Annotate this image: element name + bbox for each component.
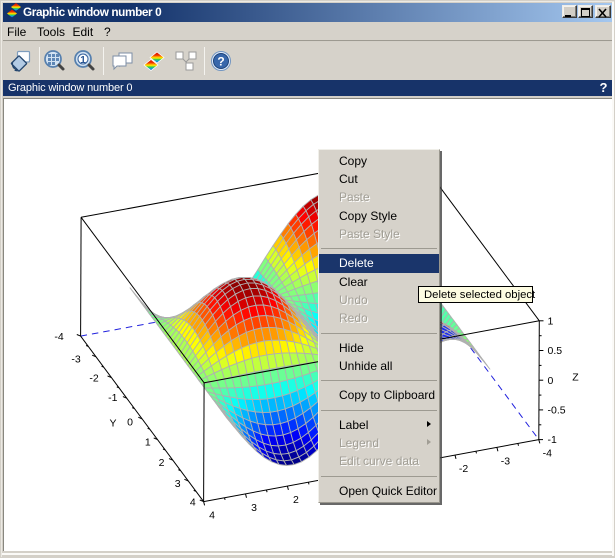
svg-text:?: ? bbox=[217, 55, 224, 69]
svg-text:1: 1 bbox=[80, 55, 86, 66]
